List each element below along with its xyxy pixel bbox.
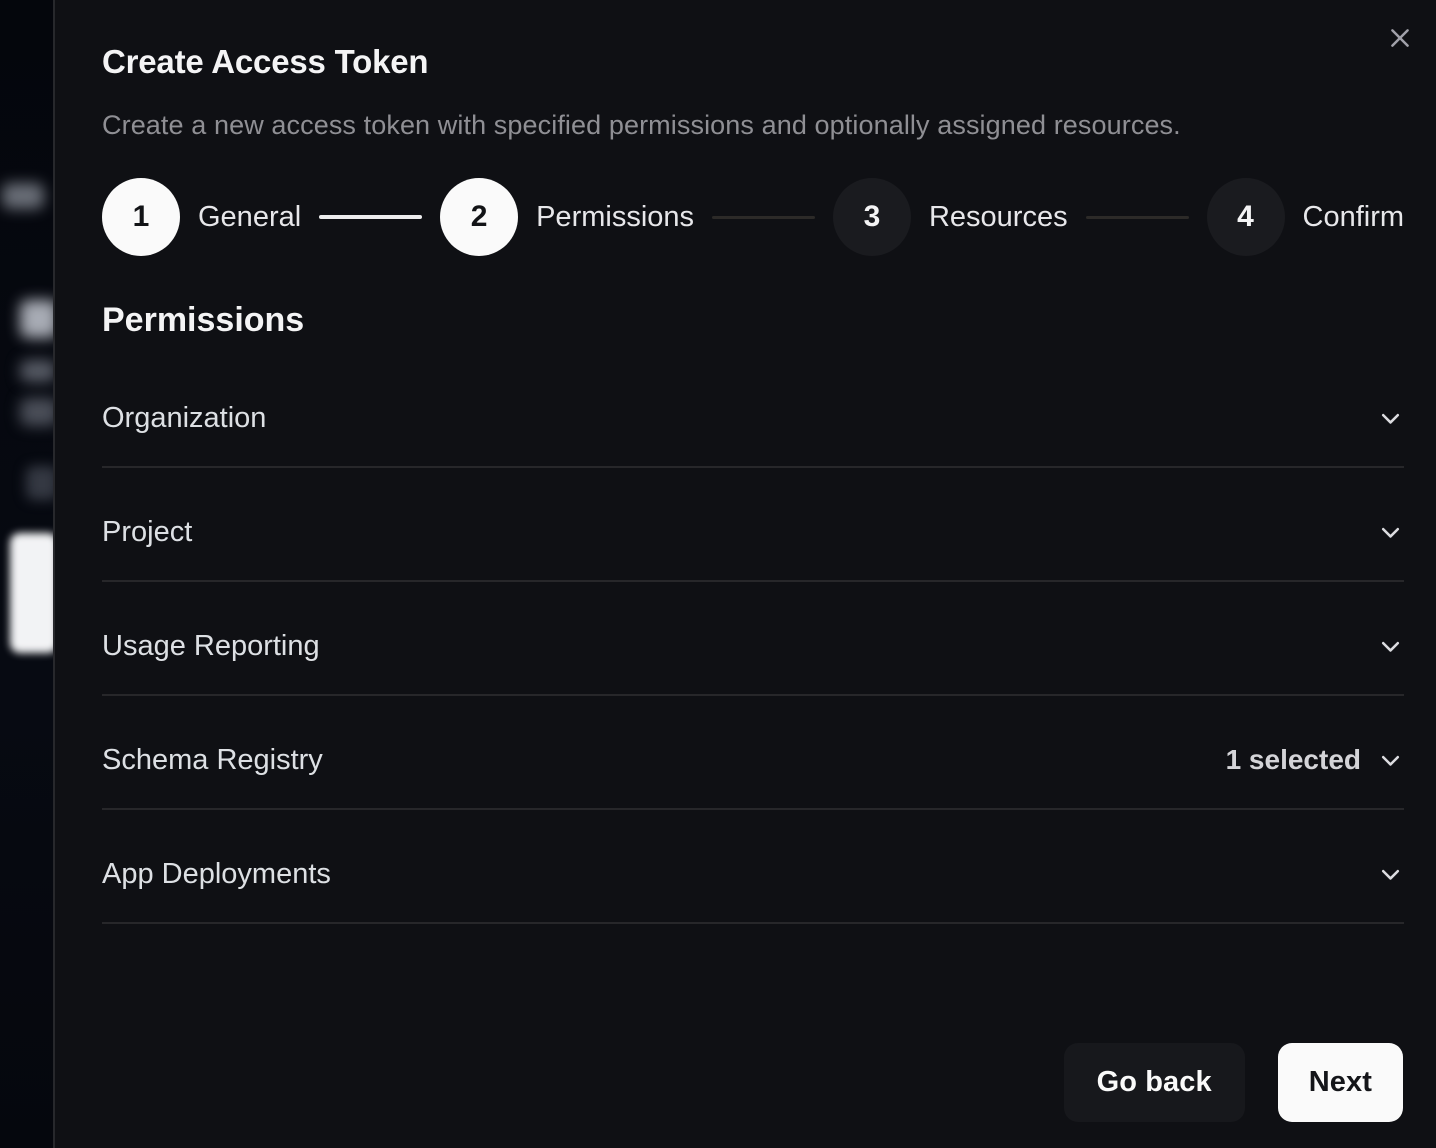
blurred-background-icon bbox=[26, 466, 53, 500]
step-1-label: General bbox=[198, 201, 301, 234]
chevron-down-icon bbox=[1377, 519, 1404, 546]
wizard-stepper: 1 General 2 Permissions 3 Resources 4 Co… bbox=[102, 178, 1404, 256]
permission-row-app-deployments[interactable]: App Deployments bbox=[102, 810, 1404, 924]
blurred-background-text bbox=[20, 398, 53, 426]
create-access-token-modal: Create Access Token Create a new access … bbox=[53, 0, 1436, 1148]
permission-row-organization[interactable]: Organization bbox=[102, 354, 1404, 468]
step-1-circle: 1 bbox=[102, 178, 180, 256]
permissions-heading: Permissions bbox=[102, 300, 1404, 340]
permission-row-label: Organization bbox=[102, 401, 266, 435]
step-connector-incomplete bbox=[712, 216, 815, 219]
step-3-circle: 3 bbox=[833, 178, 911, 256]
blurred-background-text bbox=[20, 360, 53, 382]
chevron-down-icon bbox=[1377, 633, 1404, 660]
step-permissions: 2 Permissions bbox=[440, 178, 694, 256]
permission-row-usage-reporting[interactable]: Usage Reporting bbox=[102, 582, 1404, 696]
go-back-button[interactable]: Go back bbox=[1064, 1043, 1245, 1122]
chevron-down-icon bbox=[1377, 405, 1404, 432]
background-page bbox=[0, 0, 53, 1148]
step-2-label: Permissions bbox=[536, 201, 694, 234]
modal-content: Create Access Token Create a new access … bbox=[55, 0, 1436, 1148]
step-connector-complete bbox=[319, 215, 422, 219]
selected-count-badge: 1 selected bbox=[1226, 744, 1361, 776]
blurred-background-text bbox=[20, 300, 53, 338]
modal-description: Create a new access token with specified… bbox=[102, 110, 1404, 141]
step-resources: 3 Resources bbox=[833, 178, 1068, 256]
next-button[interactable]: Next bbox=[1278, 1043, 1403, 1122]
step-connector-incomplete bbox=[1086, 216, 1189, 219]
modal-title: Create Access Token bbox=[102, 44, 1404, 80]
chevron-down-icon bbox=[1377, 861, 1404, 888]
chevron-down-icon bbox=[1377, 747, 1404, 774]
permission-row-label: Schema Registry bbox=[102, 743, 323, 777]
permissions-list: Organization Project bbox=[102, 354, 1404, 924]
permission-row-project[interactable]: Project bbox=[102, 468, 1404, 582]
permission-row-schema-registry[interactable]: Schema Registry 1 selected bbox=[102, 696, 1404, 810]
step-2-circle: 2 bbox=[440, 178, 518, 256]
blurred-background-text bbox=[2, 183, 44, 209]
step-4-label: Confirm bbox=[1303, 201, 1405, 234]
permission-row-label: Project bbox=[102, 515, 192, 549]
blurred-background-card bbox=[10, 533, 53, 653]
step-4-circle: 4 bbox=[1207, 178, 1285, 256]
step-confirm: 4 Confirm bbox=[1207, 178, 1405, 256]
step-3-label: Resources bbox=[929, 201, 1068, 234]
permission-row-label: Usage Reporting bbox=[102, 629, 320, 663]
permission-row-label: App Deployments bbox=[102, 857, 331, 891]
modal-footer: Go back Next bbox=[102, 1043, 1403, 1122]
step-general: 1 General bbox=[102, 178, 301, 256]
